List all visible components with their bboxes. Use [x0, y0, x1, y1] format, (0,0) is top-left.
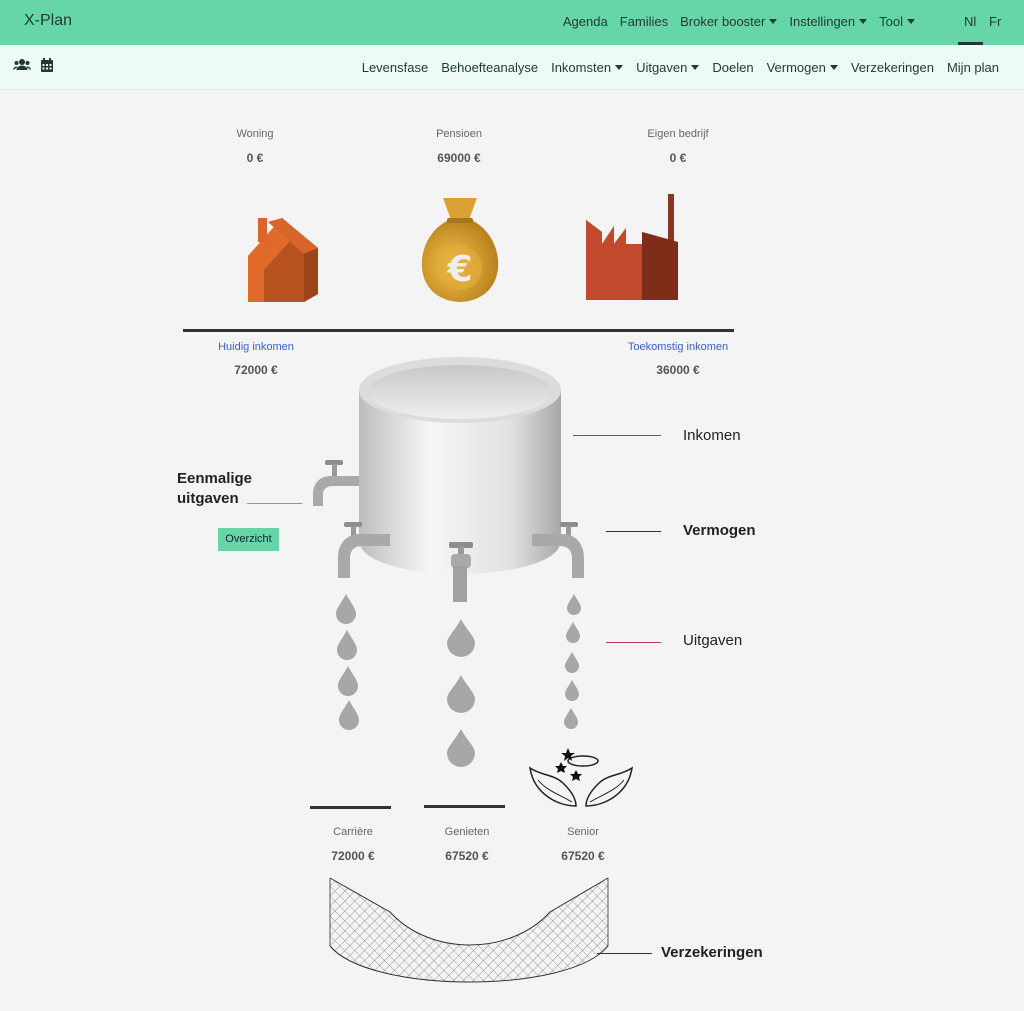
vermogen-label: Vermogen: [683, 522, 756, 539]
overzicht-button[interactable]: Overzicht: [218, 528, 279, 551]
nav-tool-label: Tool: [879, 14, 903, 29]
subnav-verzekeringen[interactable]: Verzekeringen: [851, 60, 934, 75]
eenmalige-tap-icon[interactable]: [309, 458, 365, 508]
eigen-bedrijf-value: 0 €: [669, 151, 687, 165]
eenmalige-label-line2: uitgaven: [177, 490, 239, 507]
subnav-behoefteanalyse[interactable]: Behoefteanalyse: [441, 60, 538, 75]
subnav-levensfase[interactable]: Levensfase: [362, 60, 429, 75]
subnav-inkomsten-dropdown[interactable]: Inkomsten: [551, 60, 623, 75]
carriere-tap-icon[interactable]: [334, 520, 392, 580]
subnav-vermogen-dropdown[interactable]: Vermogen: [767, 60, 838, 75]
lang-nl[interactable]: Nl: [964, 14, 976, 29]
income-divider: [183, 329, 734, 332]
svg-text:€: €: [446, 249, 472, 290]
eigen-bedrijf-label: Eigen bedrijf: [647, 128, 709, 140]
lang-fr[interactable]: Fr: [989, 14, 1001, 29]
pensioen-value: 69000 €: [437, 151, 481, 165]
genieten-drops-icon: [447, 619, 475, 767]
pensioen-label: Pensioen: [436, 128, 482, 140]
woning-label: Woning: [236, 128, 274, 140]
top-nav-menu: Agenda Families Broker booster Instellin…: [563, 14, 915, 29]
angel-wings-icon: [528, 748, 634, 807]
house-icon[interactable]: [246, 214, 320, 304]
sub-navbar: Levensfase Behoefteanalyse Inkomsten Uit…: [0, 45, 1024, 90]
nav-tool-dropdown[interactable]: Tool: [879, 14, 915, 29]
verzekeringen-label: Verzekeringen: [661, 944, 763, 961]
eenmalige-label-line1: Eenmalige: [177, 470, 253, 487]
toekomstig-inkomen-value: 36000 €: [656, 363, 700, 377]
subnav-mijn-plan[interactable]: Mijn plan: [947, 60, 999, 75]
subnav-inkomsten-label: Inkomsten: [551, 60, 612, 75]
inkomen-line: [573, 435, 661, 436]
safety-net-icon[interactable]: [329, 876, 610, 998]
subnav-vermogen-label: Vermogen: [766, 60, 826, 75]
huidig-inkomen-label: Huidig inkomen: [218, 341, 294, 353]
top-navbar: X-Plan Agenda Families Broker booster In…: [0, 0, 1024, 45]
nav-instellingen-label: Instellingen: [789, 14, 856, 29]
verzekeringen-line: [597, 953, 652, 954]
huidig-inkomen-value: 72000 €: [234, 363, 278, 377]
calendar-icon[interactable]: [41, 58, 53, 77]
senior-tap-icon[interactable]: [530, 520, 588, 580]
senior-label: Senior: [567, 826, 599, 838]
nav-broker-booster-dropdown[interactable]: Broker booster: [680, 14, 777, 29]
uitgaven-line: [606, 642, 661, 643]
woning-value: 0 €: [246, 151, 264, 165]
eenmalige-line: [247, 503, 302, 504]
nav-agenda[interactable]: Agenda: [563, 14, 608, 29]
genieten-tap-icon[interactable]: [443, 540, 479, 606]
brand-logo[interactable]: X-Plan: [24, 12, 72, 30]
users-icon[interactable]: [13, 58, 31, 77]
subnav-uitgaven-dropdown[interactable]: Uitgaven: [636, 60, 699, 75]
subnav-doelen[interactable]: Doelen: [712, 60, 753, 75]
money-bag-icon[interactable]: €: [413, 192, 507, 306]
subnav-uitgaven-label: Uitgaven: [636, 60, 688, 75]
carriere-bar: [310, 806, 391, 809]
carriere-label: Carrière: [333, 826, 373, 838]
nav-families[interactable]: Families: [620, 14, 668, 29]
genieten-value: 67520 €: [445, 849, 489, 863]
nav-broker-booster-label: Broker booster: [680, 14, 766, 29]
nav-instellingen-dropdown[interactable]: Instellingen: [789, 14, 867, 29]
senior-value: 67520 €: [561, 849, 605, 863]
genieten-label: Genieten: [444, 826, 490, 838]
uitgaven-label: Uitgaven: [683, 632, 743, 649]
sub-nav-menu: Levensfase Behoefteanalyse Inkomsten Uit…: [362, 60, 999, 75]
factory-icon[interactable]: [584, 194, 680, 304]
inkomen-label: Inkomen: [683, 427, 741, 444]
senior-drops-icon: [564, 594, 581, 729]
genieten-bar: [424, 805, 505, 808]
toekomstig-inkomen-label: Toekomstig inkomen: [627, 341, 729, 353]
vermogen-line: [606, 531, 661, 532]
carriere-drops-icon: [336, 594, 359, 730]
carriere-value: 72000 €: [331, 849, 375, 863]
